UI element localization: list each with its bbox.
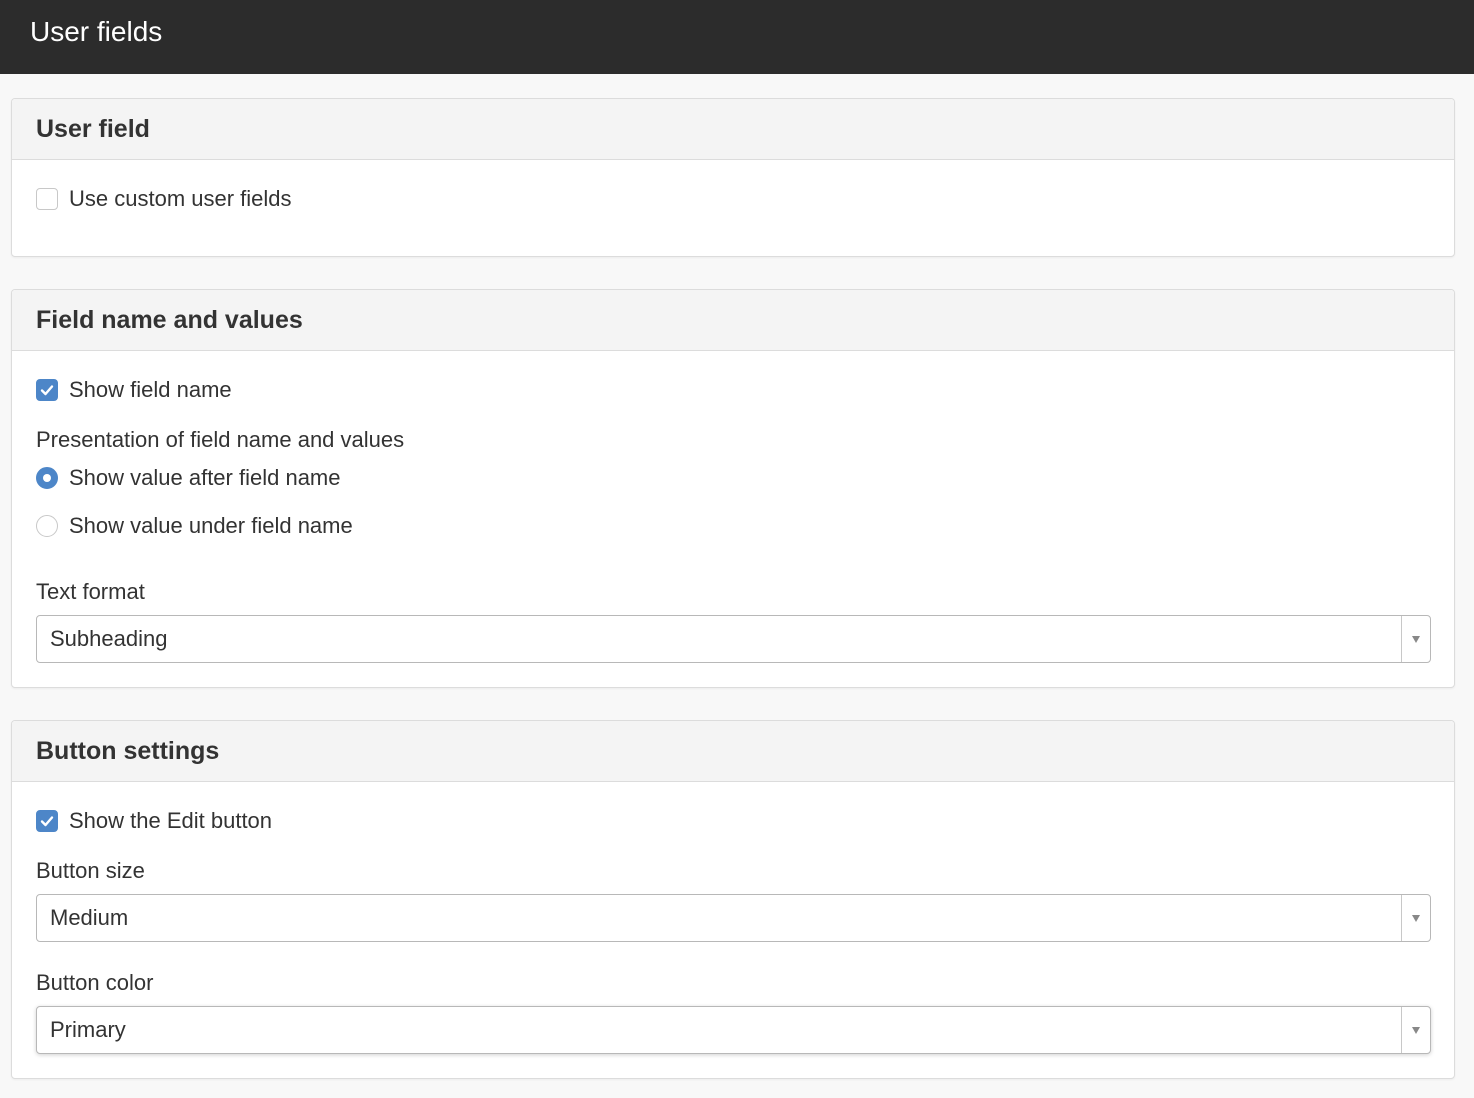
checkmark-icon: [40, 816, 54, 827]
panel-title: Field name and values: [36, 305, 303, 334]
text-format-select[interactable]: Subheading: [36, 615, 1431, 663]
checkmark-icon: [40, 385, 54, 396]
radio-button[interactable]: [36, 515, 58, 537]
button-color-label: Button color: [36, 970, 154, 995]
panel-heading: Button settings: [12, 721, 1454, 782]
select-value: Subheading: [50, 626, 168, 651]
dropdown-arrow-icon[interactable]: [1401, 616, 1430, 662]
checkbox-label: Use custom user fields: [69, 186, 292, 211]
dropdown-arrow-icon[interactable]: [1401, 1007, 1430, 1053]
radio-label: Show value after field name: [69, 465, 341, 490]
button-size-select[interactable]: Medium: [36, 894, 1431, 942]
button-color-select[interactable]: Primary: [36, 1006, 1431, 1054]
select-value: Medium: [50, 905, 129, 930]
use-custom-fields-checkbox[interactable]: [36, 188, 58, 210]
panel-title: Button settings: [36, 736, 220, 765]
select-value: Primary: [50, 1017, 126, 1042]
text-format-label: Text format: [36, 579, 145, 604]
checkbox-label: Show the Edit button: [69, 808, 273, 833]
radio-show-value-after[interactable]: Show value after field name: [36, 465, 341, 491]
show-edit-button-checkbox-row[interactable]: Show the Edit button: [36, 808, 272, 834]
top-bar: User fields: [0, 0, 1474, 74]
show-field-name-checkbox-row[interactable]: Show field name: [36, 377, 232, 403]
show-field-name-checkbox[interactable]: [36, 379, 58, 401]
dropdown-arrow-icon[interactable]: [1401, 895, 1430, 941]
radio-show-value-under[interactable]: Show value under field name: [36, 513, 353, 539]
page-title: User fields: [30, 16, 163, 47]
checkbox-label: Show field name: [69, 377, 232, 402]
button-settings-panel: Button settings Show the Edit button But…: [11, 720, 1455, 1079]
panel-title: User field: [36, 114, 150, 143]
presentation-label: Presentation of field name and values: [36, 427, 405, 452]
field-name-panel: Field name and values Show field name Pr…: [11, 289, 1455, 688]
panel-heading: Field name and values: [12, 290, 1454, 351]
use-custom-fields-checkbox-row[interactable]: Use custom user fields: [36, 186, 292, 212]
button-size-label: Button size: [36, 858, 145, 883]
radio-dot: [43, 474, 51, 482]
radio-label: Show value under field name: [69, 513, 353, 538]
panel-heading: User field: [12, 99, 1454, 160]
user-field-panel: User field Use custom user fields: [11, 98, 1455, 257]
radio-button[interactable]: [36, 467, 58, 489]
show-edit-button-checkbox[interactable]: [36, 810, 58, 832]
